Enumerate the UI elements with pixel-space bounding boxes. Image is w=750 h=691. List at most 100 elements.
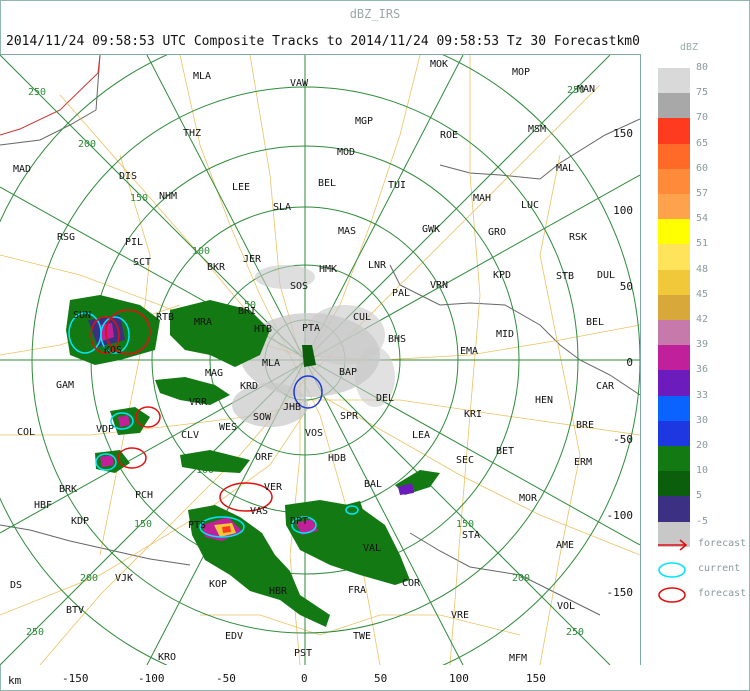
legend-level-label: 51 <box>696 238 709 250</box>
place-label-mgp: MGP <box>355 116 373 127</box>
place-label-sct: SCT <box>133 257 151 268</box>
x-axis-unit: km <box>8 674 22 687</box>
legend-swatch <box>658 118 690 144</box>
place-label-kop: KOP <box>209 579 227 590</box>
place-label-vrn: VRN <box>430 280 448 291</box>
place-label-pst: PST <box>294 648 312 659</box>
radar-map-canvas[interactable]: 250 200 150 100 50 250 100 150 200 250 1… <box>0 55 640 665</box>
legend-swatch <box>658 471 690 497</box>
place-label-bel: BEL <box>318 178 336 189</box>
radar-map[interactable]: 250 200 150 100 50 250 100 150 200 250 1… <box>0 54 641 665</box>
window-title: dBZ_IRS <box>349 7 401 21</box>
ring-label-250-se: 250 <box>566 627 584 638</box>
place-label-vaw: VAW <box>290 78 309 89</box>
place-label-wes: WES <box>219 422 237 433</box>
x-tick-50: 50 <box>374 672 388 685</box>
place-label-lea: LEA <box>412 430 430 441</box>
place-label-bel: BEL <box>586 317 604 328</box>
legend-symbol-label: current <box>698 563 741 574</box>
place-label-brk: BRK <box>59 484 77 495</box>
place-label-roe: ROE <box>440 130 458 141</box>
place-label-spr: SPR <box>340 411 359 422</box>
place-label-del: DEL <box>376 393 394 404</box>
place-label-erm: ERM <box>574 457 592 468</box>
ring-label-150-sw: 150 <box>134 519 152 530</box>
legend-level-label: 36 <box>696 364 709 376</box>
place-label-sta: STA <box>462 530 480 541</box>
legend-swatch <box>658 168 690 194</box>
place-label-vos: VOS <box>305 428 323 439</box>
legend-swatch <box>658 370 690 396</box>
place-label-mid: MID <box>496 329 514 340</box>
ring-label-200-sw: 200 <box>80 573 98 584</box>
track-ellipse-icon <box>658 562 686 578</box>
place-label-vjk: VJK <box>115 573 133 584</box>
place-label-thz: THZ <box>183 128 201 139</box>
place-label-dpt: DPT <box>290 516 308 527</box>
place-label-luc: LUC <box>521 200 539 211</box>
legend-level-label: 20 <box>696 440 709 451</box>
place-label-gro: GRO <box>488 227 506 238</box>
header-suffix: km0 <box>616 34 640 49</box>
place-label-dis: DIS <box>119 171 137 182</box>
place-label-col: COL <box>17 427 35 438</box>
legend-level-label: 45 <box>696 288 709 300</box>
place-label-gam: GAM <box>56 380 74 391</box>
place-label-edv: EDV <box>225 631 243 642</box>
legend-swatch <box>658 320 690 346</box>
place-label-hbf: HBF <box>34 500 52 511</box>
place-label-pil: PIL <box>125 237 143 248</box>
x-tick-100: 100 <box>449 672 469 685</box>
place-label-pal: PAL <box>392 288 410 299</box>
legend-level-label: 65 <box>696 137 709 149</box>
place-label-rtb: RTB <box>156 312 174 323</box>
legend-swatch <box>658 446 690 472</box>
x-tick-neg150: -150 <box>62 672 89 685</box>
legend-symbol-label: forecast <box>698 588 747 599</box>
y-tick-0: 0 <box>626 356 633 369</box>
place-label-kpd: KPD <box>493 270 511 281</box>
legend-swatch <box>658 244 690 270</box>
place-label-cul: CUL <box>353 312 371 323</box>
legend-level-label: 30 <box>696 414 709 426</box>
legend-level-label: 57 <box>696 188 709 199</box>
x-tick-0: 0 <box>301 672 308 685</box>
place-label-ver: VER <box>264 482 283 493</box>
legend-level-label: -5 <box>696 515 709 527</box>
place-label-mor: MOR <box>519 493 538 504</box>
dbz-legend: dBZ 80 75 70 65 60 57 54 51 48 45 42 39 36 33 30 20 10 5 -… <box>652 42 748 664</box>
place-label-kos: KOS <box>104 345 122 356</box>
place-label-cor: COR <box>402 578 421 589</box>
place-label-kri: KRI <box>464 409 482 420</box>
legend-level-label: 39 <box>696 339 709 351</box>
place-label-sec: SEC <box>456 455 474 466</box>
place-label-mas: MAS <box>338 226 356 237</box>
legend-unit: dBZ <box>680 42 699 53</box>
legend-level-label: 5 <box>696 490 703 502</box>
place-label-kdp: KDP <box>71 516 89 527</box>
place-label-jer: JER <box>243 254 262 265</box>
place-label-vre: VRE <box>451 610 469 621</box>
place-label-dul: DUL <box>597 270 615 281</box>
ring-label-200-se: 200 <box>512 573 530 584</box>
legend-symbol-label: forecast <box>698 538 747 549</box>
place-label-pts: PTS <box>188 520 206 531</box>
place-label-rsg: RSG <box>57 232 75 243</box>
place-label-mop: MOP <box>512 67 530 78</box>
place-label-mla: MLA <box>193 71 211 82</box>
legend-symbol-ellipse: forecast <box>656 586 748 604</box>
place-label-hmk: HMK <box>319 264 337 275</box>
legend-swatch <box>658 143 690 169</box>
forecast-arrow-icon <box>658 539 688 551</box>
place-label-mal: MAL <box>556 163 574 174</box>
y-tick-neg50: -50 <box>613 433 633 446</box>
legend-swatch <box>658 420 690 446</box>
place-label-pch: PCH <box>135 490 153 501</box>
ring-label-150-se: 150 <box>456 519 474 530</box>
place-label-pta: PTA <box>302 323 320 334</box>
place-label-val: VAL <box>363 543 381 554</box>
place-label-lee: LEE <box>232 182 250 193</box>
place-label-jhb: JHB <box>283 402 301 413</box>
x-tick-150: 150 <box>526 672 546 685</box>
place-label-gwk: GWK <box>422 224 440 235</box>
